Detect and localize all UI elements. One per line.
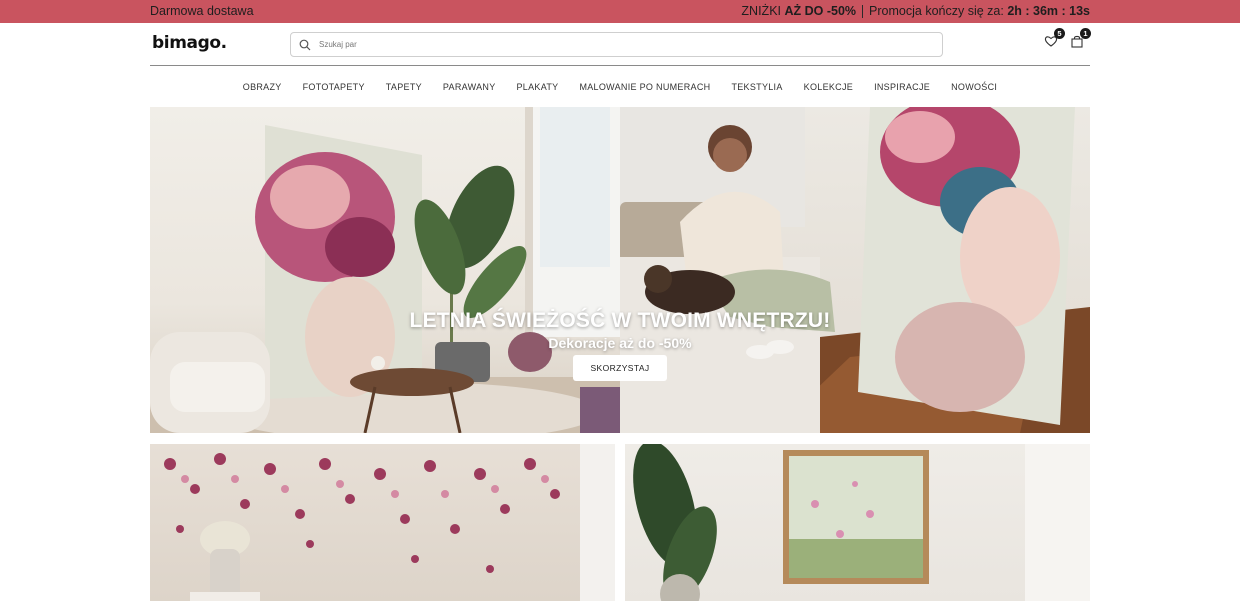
nav-item-plakaty[interactable]: PLAKATY [517,82,559,92]
discount-strong: AŻ DO -50% [784,4,857,18]
nav-item-malowanie-po-numerach[interactable]: MALOWANIE PO NUMERACH [579,82,710,92]
hero-banner[interactable]: LETNIA ŚWIEŻOŚĆ W TWOIM WNĘTRZU! Dekorac… [150,107,1090,433]
search-icon[interactable] [291,33,319,56]
tile-framed-meadow-print[interactable] [625,444,1090,601]
search-bar[interactable] [290,32,943,57]
cart-button[interactable]: 1 [1070,28,1091,48]
logo[interactable]: bimago. [152,33,227,53]
hero-image-woman-with-cat [620,107,1090,433]
nav-item-nowosci[interactable]: NOWOŚCI [951,82,997,92]
promo-divider [862,4,864,18]
promo-countdown: ZNIŻKI AŻ DO -50% Promocja kończy się za… [741,4,1090,18]
search-input[interactable] [319,40,919,49]
main-nav: OBRAZY FOTOTAPETY TAPETY PARAWANY PLAKAT… [150,66,1090,107]
nav-item-parawany[interactable]: PARAWANY [443,82,496,92]
hero-title: LETNIA ŚWIEŻOŚĆ W TWOIM WNĘTRZU! [409,309,831,332]
wishlist-button[interactable]: 5 [1044,28,1065,48]
site-header: bimago. 5 1 [150,23,1091,66]
discount-prefix: ZNIŻKI [741,4,782,18]
nav-item-tapety[interactable]: TAPETY [386,82,422,92]
wishlist-count-badge: 5 [1054,28,1065,39]
nav-item-kolekcje[interactable]: KOLEKCJE [804,82,853,92]
nav-item-fototapety[interactable]: FOTOTAPETY [303,82,365,92]
hero-image-living-room [150,107,620,433]
hero-cta-button[interactable]: SKORZYSTAJ [573,355,667,381]
cart-count-badge: 1 [1080,28,1091,39]
nav-item-tekstylia[interactable]: TEKSTYLIA [731,82,782,92]
tile-wallpaper-flowers[interactable] [150,444,615,601]
hero-subtitle: Dekoracje aż do -50% [548,335,692,351]
nav-item-obrazy[interactable]: OBRAZY [243,82,282,92]
promo-bar: Darmowa dostawa ZNIŻKI AŻ DO -50% Promoc… [0,0,1240,23]
promo-ends-label: Promocja kończy się za: [869,4,1004,18]
header-icons: 5 1 [1044,28,1091,48]
free-delivery-text: Darmowa dostawa [150,4,254,18]
nav-item-inspiracje[interactable]: INSPIRACJE [874,82,930,92]
promo-timer: 2h : 36m : 13s [1007,4,1090,18]
